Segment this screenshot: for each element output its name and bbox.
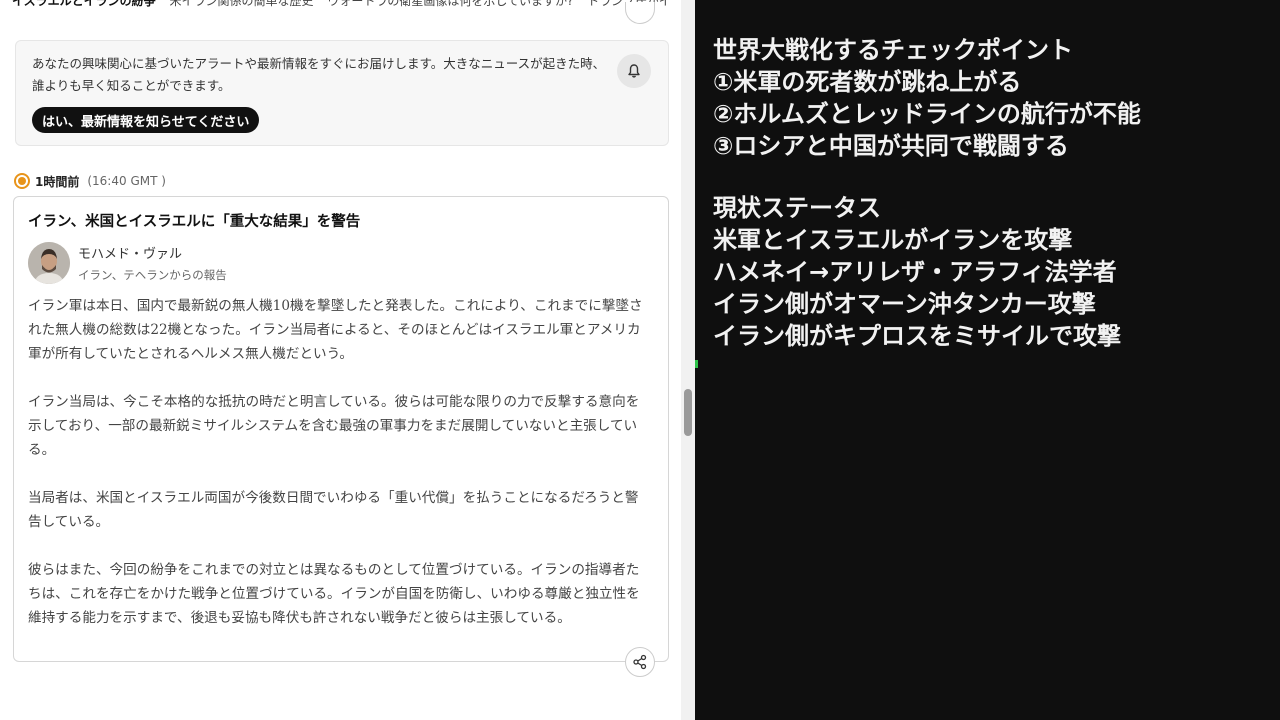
scroll-top-button[interactable]	[625, 2, 655, 24]
topic-nav-item-satellite[interactable]: ウォートラの衛星画像は何を示していますか?	[327, 0, 573, 9]
note-line: ハメネイ→アリレザ・アラフィ法学者	[713, 258, 1117, 286]
notes-heading: 世界大戦化するチェックポイント	[713, 36, 1073, 64]
notes-panel: 世界大戦化するチェックポイント ①米軍の死者数が跳ね上がる ②ホルムズとレッドラ…	[695, 0, 1280, 720]
article-body: イラン軍は本日、国内で最新鋭の無人機10機を撃墜したと発表した。これにより、これ…	[28, 294, 648, 654]
notes-heading: 現状ステータス	[713, 194, 881, 222]
share-button[interactable]	[625, 647, 655, 677]
live-indicator-icon	[14, 173, 30, 189]
notification-bell-button[interactable]	[617, 54, 651, 88]
author-avatar	[28, 242, 70, 284]
news-page: イスラエルとイランの紛争 米イラン関係の簡単な歴史 ウォートラの衛星画像は何を示…	[0, 0, 680, 720]
author-location: イラン、テヘランからの報告	[78, 268, 227, 282]
article-paragraph: 彼らはまた、今回の紛争をこれまでの対立とは異なるものとして位置づけている。イラン…	[28, 562, 640, 626]
note-line: ①米軍の死者数が跳ね上がる	[713, 68, 1022, 96]
time-gmt: (16:40 GMT )	[87, 174, 166, 188]
note-line: イラン側がオマーン沖タンカー攻撃	[713, 290, 1096, 318]
note-line: イラン側がキプロスをミサイルで攻撃	[713, 322, 1121, 350]
note-line: ③ロシアと中国が共同で戦闘する	[713, 132, 1069, 160]
topic-nav-item-history[interactable]: 米イラン関係の簡単な歴史	[169, 0, 313, 9]
alert-description: あなたの興味関心に基づいたアラートや最新情報をすぐにお届けします。大きなニュース…	[32, 56, 606, 93]
note-line: ②ホルムズとレッドラインの航行が不能	[713, 100, 1141, 128]
share-icon	[633, 654, 647, 670]
bell-icon	[628, 64, 640, 78]
topic-nav: イスラエルとイランの紛争 米イラン関係の簡単な歴史 ウォートラの衛星画像は何を示…	[0, 0, 680, 12]
topic-nav-item-conflict[interactable]: イスラエルとイランの紛争	[12, 0, 156, 9]
subscribe-alerts-button[interactable]: はい、最新情報を知らせてください	[32, 107, 260, 133]
author-name: モハメド・ヴァル	[78, 247, 183, 262]
alert-signup-card: あなたの興味関心に基づいたアラートや最新情報をすぐにお届けします。大きなニュース…	[15, 40, 669, 146]
scrollbar-thumb[interactable]	[684, 389, 692, 436]
article-title: イラン、米国とイスラエルに「重大な結果」を警告	[28, 214, 361, 230]
checkpoint-notes: 世界大戦化するチェックポイント ①米軍の死者数が跳ね上がる ②ホルムズとレッドラ…	[713, 34, 1141, 162]
time-relative: 1時間前	[35, 174, 80, 189]
live-timestamp: 1時間前 (16:40 GMT )	[14, 172, 166, 190]
status-notes: 現状ステータス 米軍とイスラエルがイランを攻撃 ハメネイ→アリレザ・アラフィ法学…	[713, 192, 1121, 352]
live-update-card: イラン、米国とイスラエルに「重大な結果」を警告 モハメド・ヴァル イラン、テヘラ…	[13, 196, 669, 677]
article-paragraph: イラン軍は本日、国内で最新鋭の無人機10機を撃墜したと発表した。これにより、これ…	[28, 298, 643, 362]
page-scrollbar[interactable]	[681, 0, 695, 720]
article-paragraph: イラン当局は、今こそ本格的な抵抗の時だと明言している。彼らは可能な限りの力で反撃…	[28, 394, 640, 458]
green-marker	[695, 360, 698, 368]
article-paragraph: 当局者は、米国とイスラエル両国が今後数日間でいわゆる「重い代償」を払うことになる…	[28, 490, 639, 530]
note-line: 米軍とイスラエルがイランを攻撃	[713, 226, 1073, 254]
